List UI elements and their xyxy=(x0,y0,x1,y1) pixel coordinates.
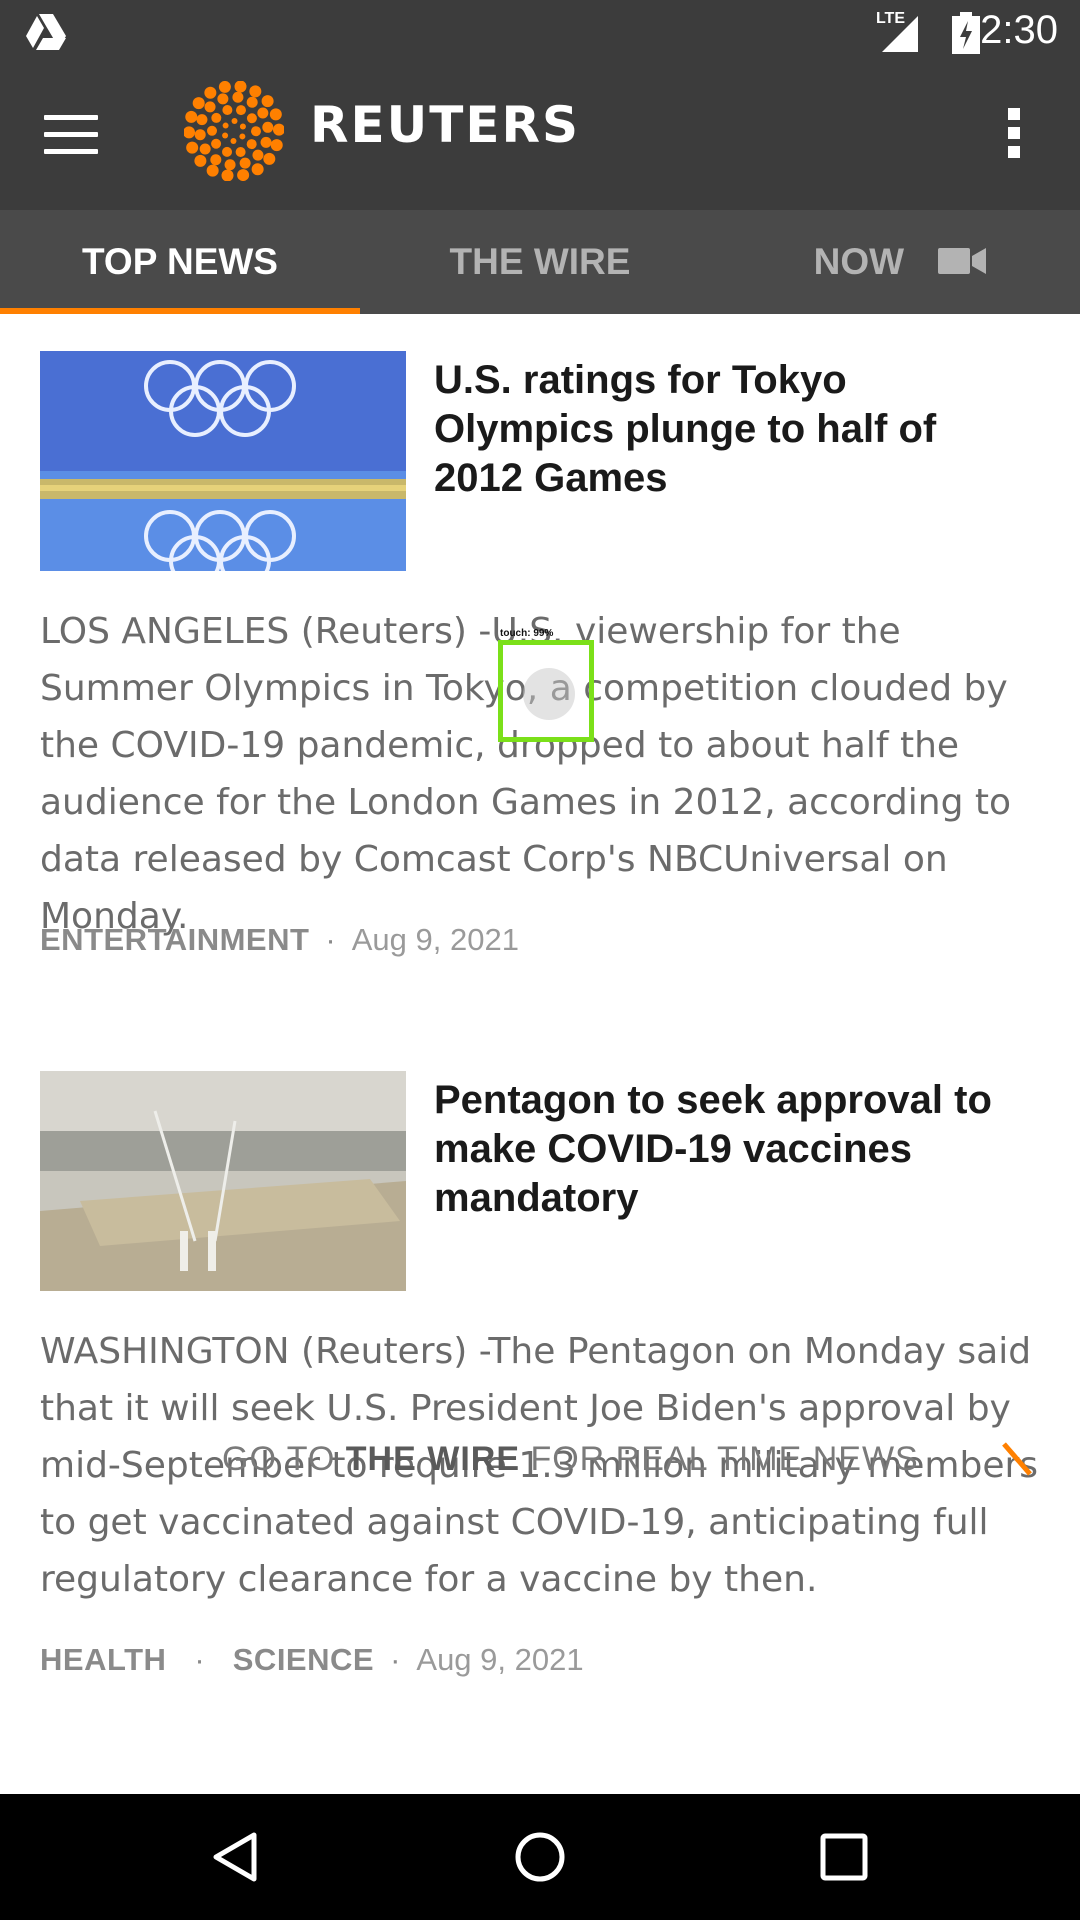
article-title[interactable]: Pentagon to seek approval to make COVID-… xyxy=(434,1076,1034,1223)
home-icon[interactable] xyxy=(510,1827,570,1887)
tab-the-wire[interactable]: THE WIRE xyxy=(360,210,720,314)
article-thumbnail[interactable] xyxy=(40,351,406,571)
overflow-menu-icon[interactable] xyxy=(1000,108,1028,168)
banner-prefix: GO TO xyxy=(222,1440,346,1478)
app-bar: REUTERS xyxy=(0,63,1080,210)
article-date: Aug 9, 2021 xyxy=(416,1642,584,1677)
back-icon[interactable] xyxy=(206,1827,266,1887)
article-thumbnail[interactable] xyxy=(40,1071,406,1291)
status-bar: LTE 2:30 xyxy=(0,0,1080,63)
arrow-right-icon xyxy=(1002,1442,1032,1476)
article-meta: ENTERTAINMENT · Aug 9, 2021 xyxy=(40,922,519,957)
signal-icon xyxy=(882,16,918,52)
recents-icon[interactable] xyxy=(814,1827,874,1887)
tab-bar: TOP NEWS THE WIRE NOW xyxy=(0,210,1080,314)
tab-label: NOW xyxy=(813,241,905,282)
battery-charging-icon xyxy=(952,12,980,54)
tab-top-news[interactable]: TOP NEWS xyxy=(0,210,360,314)
category-tag[interactable]: ENTERTAINMENT xyxy=(40,922,309,957)
banner-emphasis: THE WIRE xyxy=(345,1440,520,1478)
system-nav-bar xyxy=(0,1794,1080,1920)
news-feed[interactable]: U.S. ratings for Tokyo Olympics plunge t… xyxy=(0,314,1080,1794)
hamburger-menu-icon[interactable] xyxy=(44,115,98,157)
reuters-logo-icon xyxy=(184,81,284,181)
touch-label: touch: 99% xyxy=(500,628,554,639)
video-camera-icon xyxy=(938,248,987,275)
go-to-wire-banner[interactable]: GO TO THE WIRE FOR REAL TIME NEWS xyxy=(222,1440,1042,1500)
tab-label: TOP NEWS xyxy=(81,241,278,282)
category-tag[interactable]: HEALTH xyxy=(40,1642,166,1677)
touch-bounding-box xyxy=(498,640,594,742)
tab-now[interactable]: NOW xyxy=(720,210,1080,314)
status-time: 2:30 xyxy=(980,8,1058,52)
pentagon-aerial-image xyxy=(40,1071,406,1291)
tab-label: THE WIRE xyxy=(449,241,631,282)
category-tag[interactable]: SCIENCE xyxy=(233,1642,374,1677)
banner-suffix: FOR REAL TIME NEWS xyxy=(520,1440,919,1478)
olympic-rings-image xyxy=(40,351,406,571)
article-title[interactable]: U.S. ratings for Tokyo Olympics plunge t… xyxy=(434,356,1034,503)
brand-name: REUTERS xyxy=(310,96,581,154)
article-meta: HEALTH · SCIENCE · Aug 9, 2021 xyxy=(40,1642,584,1677)
drive-icon xyxy=(26,14,66,50)
article-date: Aug 9, 2021 xyxy=(351,922,519,957)
